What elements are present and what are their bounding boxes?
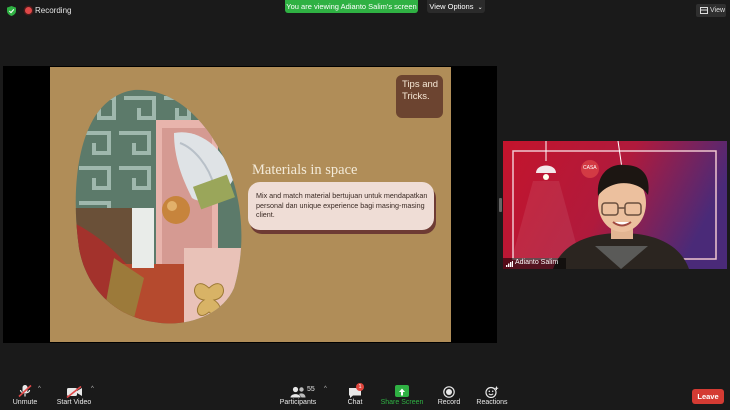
muted-microphone-icon xyxy=(18,384,32,398)
view-button[interactable]: View xyxy=(696,4,726,17)
split-view-drag-handle[interactable] xyxy=(499,198,502,212)
video-options-chevron-icon[interactable]: ^ xyxy=(91,386,94,392)
record-icon xyxy=(443,386,455,398)
grid-view-icon xyxy=(700,7,708,14)
signal-strength-icon xyxy=(506,261,513,267)
slide-description: Mix and match material bertujuan untuk m… xyxy=(256,191,428,219)
video-background-logo-text: CASA xyxy=(583,165,597,171)
chat-label: Chat xyxy=(347,399,363,406)
video-off-camera-icon xyxy=(66,385,82,399)
view-options-label: View Options xyxy=(429,2,474,11)
participants-label: Participants xyxy=(279,399,317,406)
reactions-smiley-icon xyxy=(485,386,499,399)
tips-label: Tips and Tricks. xyxy=(402,79,439,102)
leave-meeting-button[interactable]: Leave xyxy=(692,389,724,404)
share-screen-button[interactable] xyxy=(395,385,409,397)
share-screen-arrow-icon xyxy=(399,388,405,396)
unmute-label: Unmute xyxy=(12,399,38,406)
participants-button[interactable] xyxy=(290,385,306,398)
participant-name-tag: Adianto Salim xyxy=(503,258,566,269)
start-video-button[interactable] xyxy=(66,385,83,399)
view-options-button[interactable]: View Options ⌄ xyxy=(427,0,485,13)
start-video-label: Start Video xyxy=(56,399,92,406)
participant-name: Adianto Salim xyxy=(515,259,559,266)
record-label: Record xyxy=(437,399,461,406)
slide-title: Materials in space xyxy=(252,162,358,178)
material-collage-image xyxy=(75,89,242,324)
participant-video-image xyxy=(503,141,727,269)
screen-share-banner: You are viewing Adianto Salim's screen xyxy=(285,0,418,13)
chat-unread-badge: 1 xyxy=(356,383,364,391)
record-button[interactable] xyxy=(443,385,455,398)
recording-label: Recording xyxy=(35,6,72,15)
share-screen-label: Share Screen xyxy=(380,399,424,406)
participants-icon xyxy=(290,386,306,398)
reactions-button[interactable] xyxy=(485,385,499,399)
unmute-button[interactable] xyxy=(17,384,33,398)
participants-count: 55 xyxy=(307,386,315,393)
chevron-down-icon: ⌄ xyxy=(477,5,483,11)
audio-options-chevron-icon[interactable]: ^ xyxy=(38,386,41,392)
reactions-label: Reactions xyxy=(476,399,508,406)
view-button-label: View xyxy=(710,7,726,14)
security-shield-icon[interactable] xyxy=(7,6,16,16)
recording-indicator-icon xyxy=(25,7,32,14)
participants-options-chevron-icon[interactable]: ^ xyxy=(324,386,327,392)
participant-video-tile[interactable]: CASA xyxy=(503,141,727,269)
